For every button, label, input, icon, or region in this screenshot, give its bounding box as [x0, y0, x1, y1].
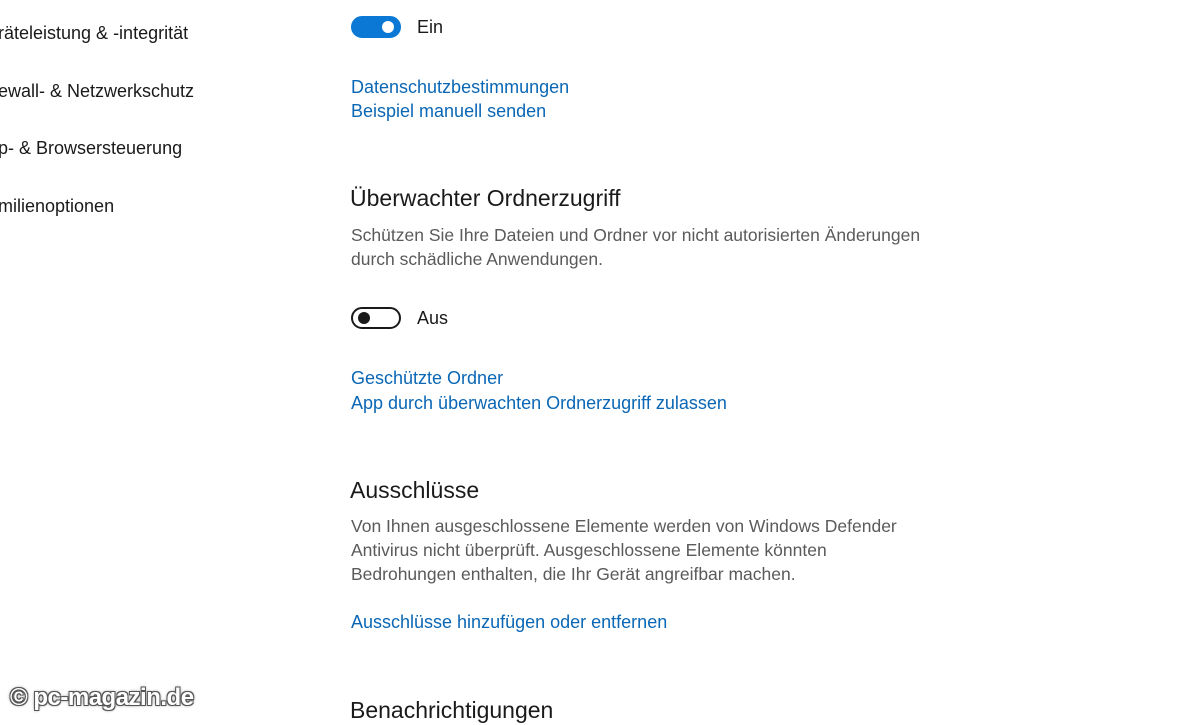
description-line: Bedrohungen enthalten, die Ihr Gerät ang… — [351, 564, 796, 584]
notifications-heading: Benachrichtigungen — [350, 697, 554, 723]
send-sample-link[interactable]: Beispiel manuell senden — [351, 99, 546, 123]
watermark: © pc-magazin.de — [10, 684, 194, 711]
allow-app-through-cfa-link[interactable]: App durch überwachten Ordnerzugriff zula… — [351, 391, 727, 415]
controlled-folder-access-heading: Überwachter Ordnerzugriff — [350, 185, 621, 211]
protected-folders-link[interactable]: Geschützte Ordner — [351, 366, 503, 390]
sidebar-item-firewall[interactable]: ewall- & Netzwerkschutz — [0, 79, 194, 103]
controlled-folder-access-toggle[interactable] — [351, 307, 401, 329]
privacy-statement-link[interactable]: Datenschutzbestimmungen — [351, 75, 569, 99]
sample-submission-toggle-row: Ein — [351, 14, 443, 40]
description-line: Schützen Sie Ihre Dateien und Ordner vor… — [351, 225, 921, 245]
description-line: durch schädliche Anwendungen. — [351, 249, 603, 269]
add-remove-exclusions-link[interactable]: Ausschlüsse hinzufügen oder entfernen — [351, 610, 667, 634]
sample-submission-toggle[interactable] — [351, 16, 401, 38]
sample-submission-toggle-label: Ein — [417, 16, 444, 37]
toggle-knob — [358, 312, 370, 324]
description-line: Antivirus nicht überprüft. Ausgeschlosse… — [351, 540, 827, 560]
sidebar-nav: räteleistung & -integrität ewall- & Netz… — [0, 0, 320, 720]
controlled-folder-access-toggle-label: Aus — [417, 307, 449, 328]
sidebar-item-app-browser-control[interactable]: p- & Browsersteuerung — [0, 136, 182, 160]
sidebar-item-device-performance[interactable]: räteleistung & -integrität — [0, 21, 188, 45]
exclusions-description: Von Ihnen ausgeschlossene Elemente werde… — [351, 514, 971, 586]
toggle-knob — [382, 21, 394, 33]
controlled-folder-access-description: Schützen Sie Ihre Dateien und Ordner vor… — [351, 223, 971, 271]
description-line: Von Ihnen ausgeschlossene Elemente werde… — [351, 516, 897, 536]
sidebar-item-family-options[interactable]: milienoptionen — [0, 194, 114, 218]
exclusions-heading: Ausschlüsse — [350, 477, 480, 503]
controlled-folder-access-toggle-row: Aus — [351, 305, 448, 331]
